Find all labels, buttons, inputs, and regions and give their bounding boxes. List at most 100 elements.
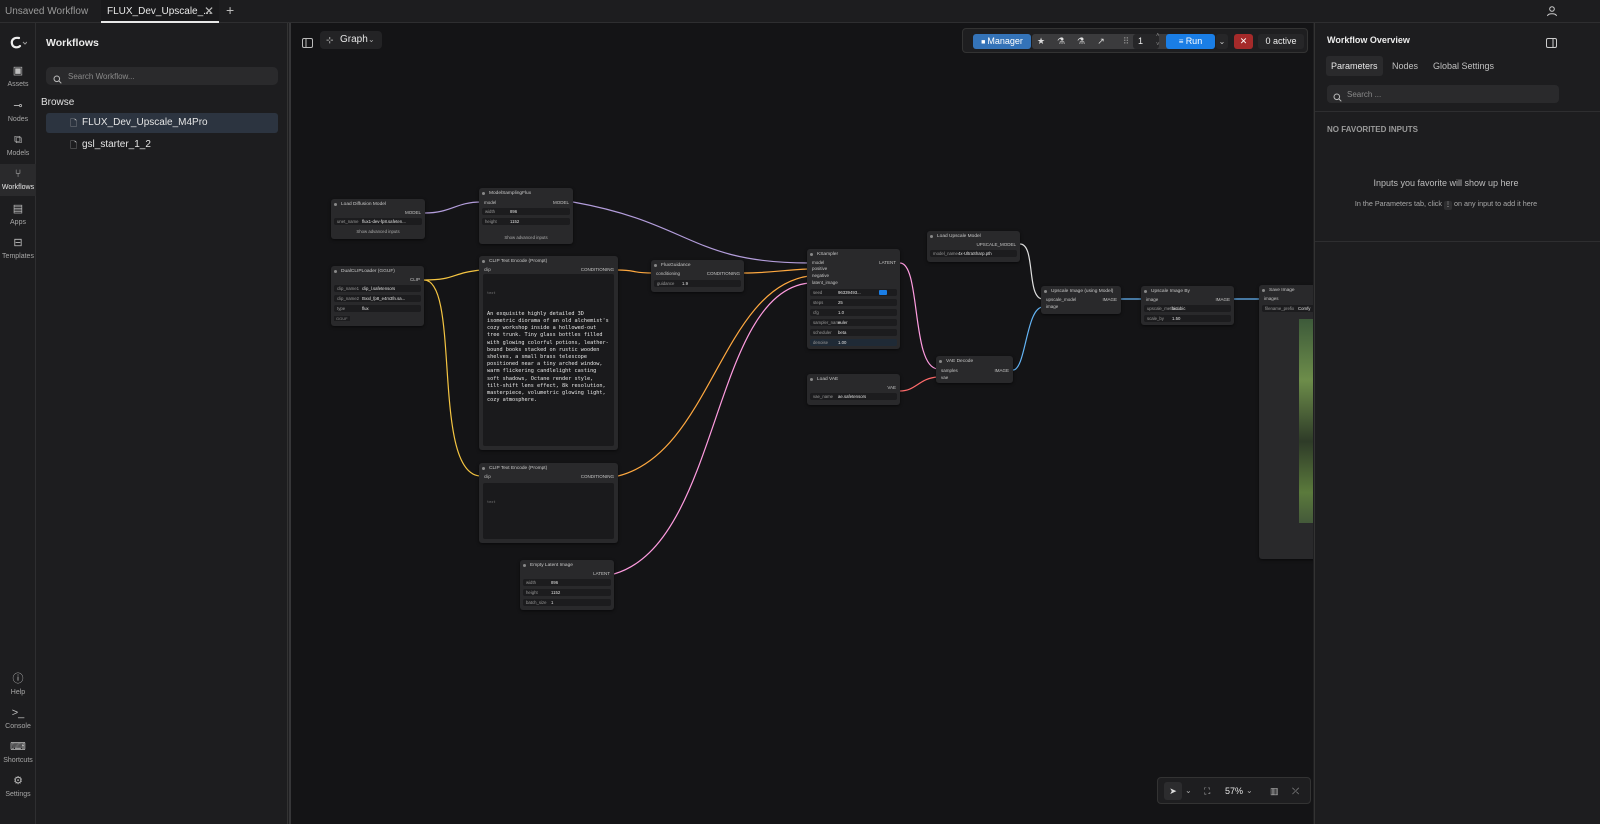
negative-prompt-textarea[interactable]: text <box>483 483 614 539</box>
scale-by-widget[interactable]: scale_by 1.50 <box>1144 315 1231 322</box>
workflow-search-input[interactable] <box>68 67 268 85</box>
node-save-image[interactable]: Save Image images filename_prefix Comfy <box>1259 285 1313 559</box>
node-ksampler[interactable]: KSampler model positive negative latent_… <box>807 249 900 349</box>
collapse-panel-icon[interactable] <box>1546 35 1557 53</box>
clip-name2-widget[interactable]: clip_name2 t5xxl_fp8_e4m3fn.sa... <box>334 295 421 302</box>
collapse-icon[interactable] <box>334 203 337 206</box>
collapse-icon[interactable] <box>482 260 485 263</box>
chevron-down-icon[interactable]: ⌄ <box>1216 34 1228 49</box>
steps-widget[interactable]: steps 25 <box>810 299 897 306</box>
node-clip-text-encode-positive[interactable]: CLIP Text Encode (Prompt) clip CONDITION… <box>479 256 618 450</box>
collapse-icon[interactable] <box>1144 290 1147 293</box>
sampler-name-widget[interactable]: sampler_name euler <box>810 319 897 326</box>
tab-parameters[interactable]: Parameters <box>1326 56 1383 76</box>
tab-global-settings[interactable]: Global Settings <box>1428 56 1499 76</box>
node-empty-latent-image[interactable]: Empty Latent Image LATENT width 896 heigh… <box>520 560 614 610</box>
sidebar-item-settings[interactable]: ⚙ Settings <box>0 773 36 798</box>
manager-button[interactable]: ■ Manager <box>973 34 1031 49</box>
view-mode-dropdown[interactable]: ⊹ Graph ⌄ <box>320 31 382 49</box>
sidebar-item-workflows[interactable]: ⑂ Workflows <box>0 164 36 196</box>
workflow-item[interactable]: 🗋 gsl_starter_1_2 <box>46 135 278 155</box>
seed-widget[interactable]: seed 96339493... <box>810 289 897 296</box>
stepper-icon[interactable]: ˄ ˅ <box>1156 32 1160 50</box>
collapse-icon[interactable] <box>523 564 526 567</box>
minimap-icon[interactable]: ▥ <box>1270 782 1279 800</box>
collapse-icon[interactable] <box>930 235 933 238</box>
collapse-icon[interactable] <box>654 264 657 267</box>
width-widget[interactable]: width 896 <box>523 579 611 586</box>
clip-name1-widget[interactable]: clip_name1 clip_l.safetensors <box>334 285 421 292</box>
zoom-level[interactable]: 57% <box>1225 782 1243 800</box>
tab-flux-dev-upscale[interactable]: FLUX_Dev_Upscale_... <box>101 0 219 23</box>
workflow-search[interactable] <box>46 67 278 85</box>
collapse-icon[interactable] <box>1044 290 1047 293</box>
chevron-down-icon[interactable]: ⌄ <box>1185 782 1192 800</box>
vae-name-widget[interactable]: vae_name ae.safetensors <box>810 393 897 400</box>
user-account-icon[interactable] <box>1546 4 1558 17</box>
show-advanced-inputs[interactable]: Show advanced inputs <box>479 235 573 240</box>
sidebar-item-assets[interactable]: ▣ Assets <box>0 63 36 88</box>
sidebar-item-nodes[interactable]: ⊸ Nodes <box>0 98 36 123</box>
star-icon[interactable]: ★ <box>1035 34 1047 49</box>
upscale-model-name-widget[interactable]: model_name 4x-UltraSharp.pth <box>930 250 1017 257</box>
tab-unsaved-workflow[interactable]: Unsaved Workflow <box>0 0 100 23</box>
drag-handle-icon[interactable]: ⠿ <box>1121 34 1131 49</box>
scheduler-widget[interactable]: scheduler beta <box>810 329 897 336</box>
guidance-widget[interactable]: guidance 1.9 <box>654 280 741 287</box>
collapse-icon[interactable] <box>810 378 813 381</box>
upscale-method-widget[interactable]: upscale_method bicubic <box>1144 305 1231 312</box>
flask-alt-icon[interactable]: ⚗ <box>1075 34 1087 49</box>
filename-prefix-widget[interactable]: filename_prefix Comfy <box>1262 305 1313 312</box>
active-queue-button[interactable]: 0 active <box>1258 34 1304 49</box>
type-widget[interactable]: type flux <box>334 305 421 312</box>
tab-nodes[interactable]: Nodes <box>1387 56 1423 76</box>
parameters-search[interactable] <box>1327 85 1559 103</box>
sidebar-item-templates[interactable]: ⊟ Templates <box>0 235 36 260</box>
cancel-run-icon[interactable]: ✕ <box>1234 34 1253 49</box>
sidebar-item-console[interactable]: >_ Console <box>0 705 36 730</box>
fit-view-icon[interactable]: ⛶ <box>1204 782 1210 800</box>
sidebar-item-models[interactable]: ⧉ Models <box>0 132 36 157</box>
share-icon[interactable]: ↗ <box>1095 34 1107 49</box>
workflow-item[interactable]: 🗋 FLUX_Dev_Upscale_M4Pro <box>46 113 278 133</box>
unet-name-widget[interactable]: unet_name flux1-dev-fp8.safeten... <box>334 218 422 225</box>
node-load-vae[interactable]: Load VAE VAE vae_name ae.safetensors <box>807 374 900 405</box>
collapse-icon[interactable] <box>810 253 813 256</box>
collapse-icon[interactable] <box>1262 289 1265 292</box>
collapse-icon[interactable] <box>482 192 485 195</box>
comfy-logo-icon[interactable] <box>9 36 28 55</box>
collapse-icon[interactable] <box>482 467 485 470</box>
sidebar-item-shortcuts[interactable]: ⌨ Shortcuts <box>0 739 36 764</box>
select-pointer-icon[interactable]: ➤ <box>1164 782 1182 800</box>
collapse-icon[interactable] <box>334 270 337 273</box>
sidebar-item-help[interactable]: ⓘ Help <box>0 671 36 696</box>
close-tab-icon[interactable]: ✕ <box>204 4 214 18</box>
height-widget[interactable]: height 1152 <box>523 589 611 596</box>
toggle-panel-icon[interactable] <box>302 35 313 53</box>
width-widget[interactable]: width 896 <box>482 208 570 215</box>
prompt-textarea[interactable]: text An exquisite highly detailed 3D iso… <box>483 274 614 446</box>
flask-icon[interactable]: ⚗ <box>1055 34 1067 49</box>
show-advanced-inputs[interactable]: Show advanced inputs <box>331 229 425 234</box>
cfg-widget[interactable]: cfg 1.0 <box>810 309 897 316</box>
batch-size-widget[interactable]: batch_size 1 <box>523 599 611 606</box>
node-upscale-image-by[interactable]: Upscale Image By image IMAGE upscale_met… <box>1141 286 1234 325</box>
node-clip-text-encode-negative[interactable]: CLIP Text Encode (Prompt) clip CONDITION… <box>479 463 618 543</box>
node-load-diffusion-model[interactable]: Load Diffusion Model MODEL unet_name flux… <box>331 199 425 239</box>
output-image-preview[interactable] <box>1299 319 1313 523</box>
run-button[interactable]: ≡ Run <box>1166 34 1215 49</box>
node-dualcliploader[interactable]: DualCLIPLoader (GGUF) CLIP clip_name1 cli… <box>331 266 424 326</box>
parameters-search-input[interactable] <box>1347 85 1547 103</box>
node-load-upscale-model[interactable]: Load Upscale Model UPSCALE_MODEL model_n… <box>927 231 1020 262</box>
denoise-widget[interactable]: denoise 1.00 <box>810 339 897 346</box>
randomize-seed-icon[interactable] <box>879 290 887 295</box>
new-tab-icon[interactable]: + <box>226 2 234 18</box>
node-vae-decode[interactable]: VAE Decode samples vae IMAGE <box>936 356 1013 383</box>
node-upscale-image-using-model[interactable]: Upscale Image (using Model) upscale_mode… <box>1041 286 1121 314</box>
height-widget[interactable]: height 1152 <box>482 218 570 225</box>
node-flux-guidance[interactable]: FluxGuidance conditioning CONDITIONING g… <box>651 260 744 292</box>
chevron-down-icon[interactable]: ⌄ <box>1246 782 1253 800</box>
graph-canvas[interactable]: Load Diffusion Model MODEL unet_name flux… <box>291 23 1313 824</box>
node-model-sampling-flux[interactable]: ModelSamplingFlux model MODEL width 896 h… <box>479 188 573 244</box>
toggle-links-icon[interactable]: ⤫ <box>1292 782 1299 800</box>
